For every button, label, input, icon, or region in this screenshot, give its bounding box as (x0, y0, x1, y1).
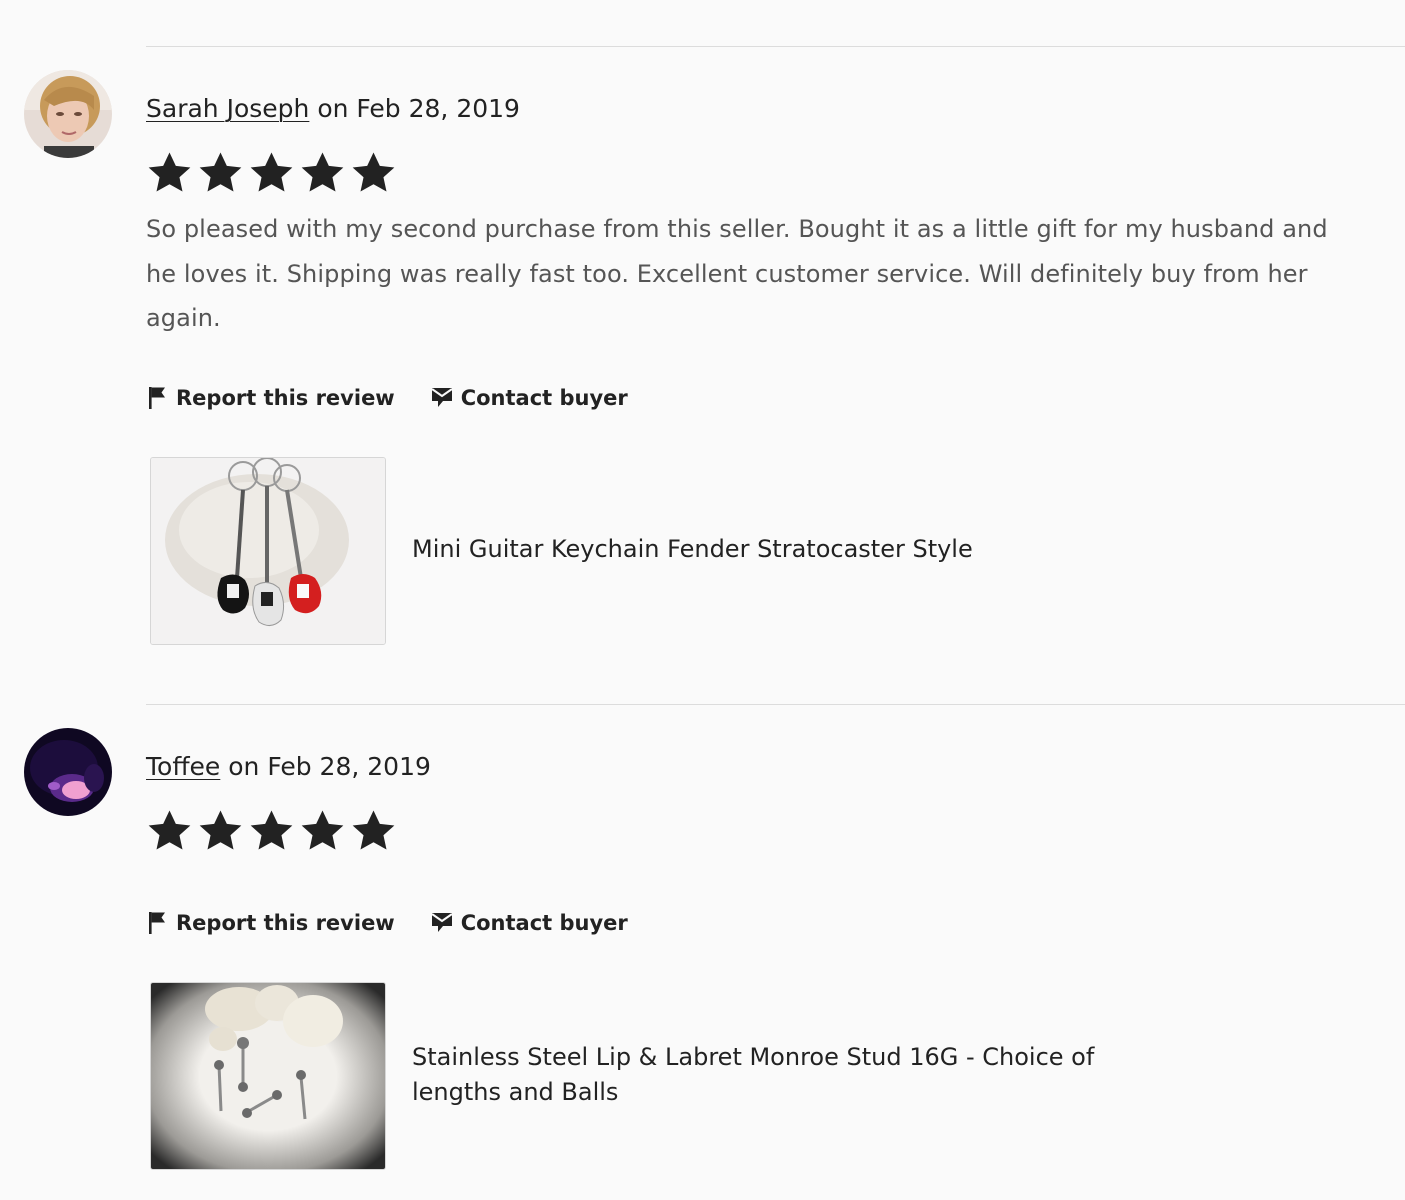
review-byline: Sarah Joseph on Feb 28, 2019 (146, 94, 520, 123)
star-icon (299, 809, 346, 853)
review-actions: Report this review Contact buyer (148, 911, 628, 935)
labret-stud-image (151, 983, 385, 1169)
star-icon (350, 151, 397, 195)
contact-buyer-button[interactable]: Contact buyer (431, 911, 628, 935)
star-icon (299, 151, 346, 195)
reviewer-avatar[interactable] (24, 70, 112, 158)
guitar-keychain-image (151, 458, 385, 644)
star-icon (248, 809, 295, 853)
star-rating (146, 151, 397, 195)
review-text: So pleased with my second purchase from … (146, 215, 1328, 332)
star-icon (350, 809, 397, 853)
reviews-page: Sarah Joseph on Feb 28, 2019 So pleased … (0, 0, 1405, 1200)
avatar-photo (24, 728, 112, 816)
review-date: on Feb 28, 2019 (317, 94, 520, 123)
product-thumbnail[interactable] (150, 982, 386, 1170)
avatar-photo (24, 70, 112, 158)
product-thumbnail[interactable] (150, 457, 386, 645)
review-divider (146, 704, 1405, 705)
contact-buyer-label: Contact buyer (460, 911, 628, 935)
product-title-link[interactable]: Mini Guitar Keychain Fender Stratocaster… (412, 532, 973, 567)
report-review-label: Report this review (176, 911, 395, 935)
message-icon (431, 386, 453, 410)
contact-buyer-label: Contact buyer (460, 386, 628, 410)
flag-icon (148, 386, 168, 410)
star-rating (146, 809, 397, 853)
star-icon (197, 809, 244, 853)
message-icon (431, 911, 453, 935)
contact-buyer-button[interactable]: Contact buyer (431, 386, 628, 410)
star-icon (146, 151, 193, 195)
star-icon (146, 809, 193, 853)
review-actions: Report this review Contact buyer (148, 386, 628, 410)
report-review-button[interactable]: Report this review (148, 911, 395, 935)
star-icon (248, 151, 295, 195)
review-date: on Feb 28, 2019 (228, 752, 431, 781)
reviewer-name-link[interactable]: Toffee (146, 752, 220, 781)
review-divider (146, 46, 1405, 47)
report-review-label: Report this review (176, 386, 395, 410)
reviewer-avatar[interactable] (24, 728, 112, 816)
product-title-link[interactable]: Stainless Steel Lip & Labret Monroe Stud… (412, 1040, 1132, 1110)
reviewer-name-link[interactable]: Sarah Joseph (146, 94, 309, 123)
review-byline: Toffee on Feb 28, 2019 (146, 752, 431, 781)
report-review-button[interactable]: Report this review (148, 386, 395, 410)
star-icon (197, 151, 244, 195)
flag-icon (148, 911, 168, 935)
